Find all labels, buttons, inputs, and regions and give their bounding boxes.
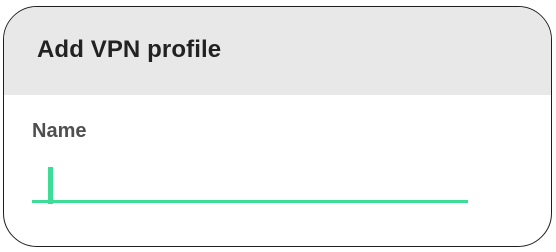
dialog-title: Add VPN profile (37, 36, 222, 63)
name-label: Name (32, 120, 87, 142)
name-input[interactable] (32, 157, 468, 203)
dialog-header: Add VPN profile (4, 7, 551, 95)
add-vpn-profile-dialog: Add VPN profile Name (3, 6, 552, 247)
